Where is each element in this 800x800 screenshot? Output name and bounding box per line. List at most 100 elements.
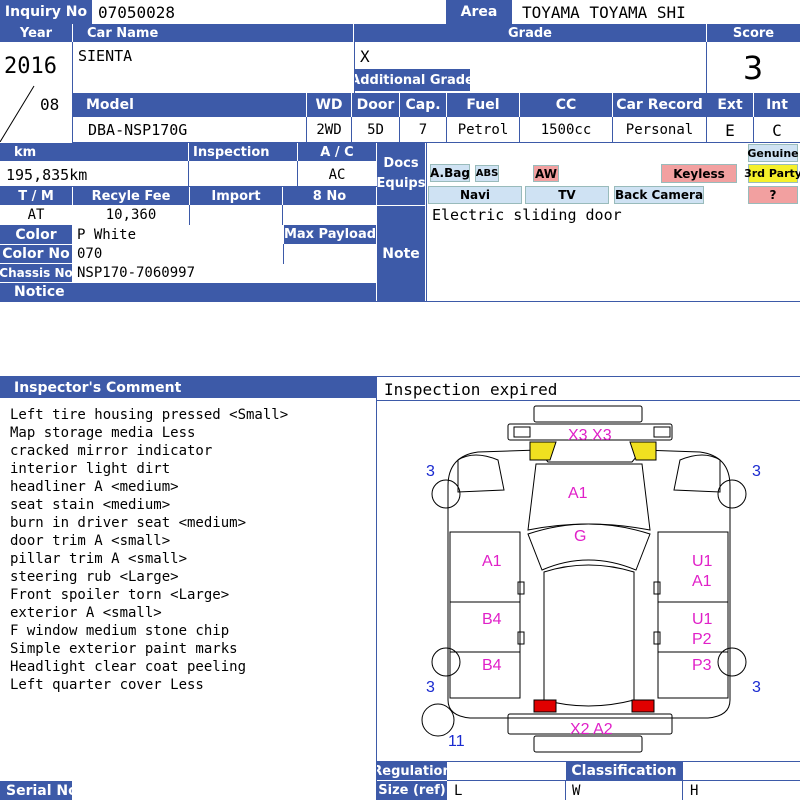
chassis-no-label: Chassis No bbox=[0, 264, 72, 282]
additional-grade-label: Additional Grade bbox=[354, 69, 470, 91]
genuine-tag: Genuine bbox=[747, 144, 799, 162]
comment-list: Left tire housing pressed <Small> Map st… bbox=[10, 406, 288, 694]
mark-left-quarter: B4 bbox=[482, 657, 502, 674]
comment-line: exterior A <small> bbox=[10, 605, 162, 621]
classification-label: Classification bbox=[566, 762, 682, 780]
divider bbox=[0, 301, 800, 302]
inspection-label: Inspection bbox=[189, 143, 297, 161]
mark-hood: A1 bbox=[568, 485, 588, 502]
divider bbox=[188, 161, 189, 186]
fuel-value: Petrol bbox=[457, 122, 509, 138]
rear-bumper-bottom bbox=[533, 735, 643, 753]
spare-tire bbox=[421, 703, 455, 737]
navi-tag: Navi bbox=[428, 186, 522, 204]
score-label: Score bbox=[707, 24, 800, 42]
ext-value: E bbox=[725, 120, 735, 140]
divider bbox=[565, 780, 566, 800]
equips-label: Equips bbox=[377, 176, 425, 191]
color-value: P White bbox=[77, 226, 137, 243]
spare-tire-value: 11 bbox=[448, 733, 465, 750]
divider bbox=[72, 42, 73, 93]
divider bbox=[447, 780, 800, 781]
year-label: Year bbox=[0, 24, 72, 42]
mark-left-front-door: A1 bbox=[482, 553, 502, 570]
keyless-tag: Keyless bbox=[661, 164, 737, 183]
color-label: Color bbox=[0, 225, 72, 244]
import-label: Import bbox=[190, 187, 282, 205]
comment-line: steering rub <Large> bbox=[10, 569, 179, 585]
fuel-label: Fuel bbox=[447, 93, 519, 117]
max-payload-label: Max Payload bbox=[284, 225, 376, 244]
divider bbox=[446, 117, 447, 142]
car-record-value: Personal bbox=[625, 122, 694, 138]
size-ref-label: Size (ref) bbox=[377, 781, 447, 800]
comment-line: pillar trim A <small> bbox=[10, 551, 188, 567]
km-value: 195,835km bbox=[6, 166, 88, 184]
divider bbox=[306, 117, 307, 142]
inspector-comment-label: Inspector's Comment bbox=[0, 377, 376, 398]
back-camera-tag: Back Camera bbox=[614, 186, 704, 204]
docs-label: Docs bbox=[383, 156, 419, 171]
km-label: km bbox=[0, 143, 188, 161]
tv-tag: TV bbox=[525, 186, 609, 204]
wd-label: WD bbox=[307, 93, 351, 117]
grade-label: Grade bbox=[354, 24, 706, 42]
mark-right-quarter: P3 bbox=[692, 657, 712, 674]
divider bbox=[0, 186, 377, 187]
cap-value: 7 bbox=[418, 122, 428, 138]
divider bbox=[426, 143, 427, 301]
divider bbox=[72, 142, 800, 143]
serial-no-label: Serial No bbox=[0, 781, 72, 800]
auction-sheet: Inquiry No 07050028 Area TOYAMA TOYAMA S… bbox=[0, 0, 800, 800]
handle bbox=[653, 581, 661, 595]
comment-line: Headlight clear coat peeling bbox=[10, 659, 247, 675]
roof bbox=[543, 564, 635, 707]
taillight-left bbox=[533, 699, 557, 713]
recycle-fee-label: Recyle Fee bbox=[73, 187, 189, 205]
size-w-label: W bbox=[572, 782, 581, 799]
aw-tag: AW bbox=[533, 165, 559, 182]
abag-tag: A.Bag bbox=[430, 164, 470, 182]
tire-rear-left bbox=[431, 647, 461, 677]
comment-line: Simple exterior paint marks bbox=[10, 641, 238, 657]
eight-no-label: 8 No bbox=[283, 187, 376, 205]
grade-value: X bbox=[360, 46, 370, 66]
mark-right-front-door-2: A1 bbox=[692, 573, 712, 590]
divider bbox=[72, 117, 73, 142]
divider bbox=[376, 377, 377, 800]
inquiry-no-value: 07050028 bbox=[98, 2, 176, 22]
comment-line: Front spoiler torn <Large> bbox=[10, 587, 230, 603]
divider bbox=[354, 42, 355, 93]
front-foglight-right bbox=[653, 426, 671, 438]
divider bbox=[399, 117, 400, 142]
abs-tag: ABS bbox=[475, 165, 499, 182]
area-label: Area bbox=[446, 0, 512, 24]
int-value: C bbox=[772, 120, 782, 140]
tm-label: T / M bbox=[0, 187, 72, 205]
car-record-label: Car Record bbox=[613, 93, 706, 117]
wd-value: 2WD bbox=[316, 122, 342, 138]
color-no-value: 070 bbox=[77, 246, 103, 262]
comment-line: F window medium stone chip bbox=[10, 623, 230, 639]
unknown-tag: ? bbox=[748, 186, 798, 204]
ac-label: A / C bbox=[298, 143, 376, 161]
front-foglight-left bbox=[513, 426, 531, 438]
recycle-fee-value: 10,360 bbox=[105, 207, 157, 223]
comment-line: Left quarter cover Less bbox=[10, 677, 204, 693]
divider bbox=[519, 117, 520, 142]
size-h-label: H bbox=[690, 782, 699, 799]
comment-line: cracked mirror indicator bbox=[10, 443, 213, 459]
car-condition-diagram: X3 X3 A1 G A1 B4 B4 U1 A1 U1 P2 P3 X2 A2… bbox=[421, 405, 761, 753]
mark-left-rear-door: B4 bbox=[482, 611, 502, 628]
taillight-right bbox=[631, 699, 655, 713]
comment-line: seat stain <medium> bbox=[10, 497, 171, 513]
comment-line: Map storage media Less bbox=[10, 425, 196, 441]
comment-line: burn in driver seat <medium> bbox=[10, 515, 247, 531]
divider bbox=[189, 205, 190, 225]
divider bbox=[612, 117, 613, 142]
cap-label: Cap. bbox=[400, 93, 446, 117]
car-name-label: Car Name bbox=[73, 24, 353, 42]
front-bumper-top bbox=[533, 405, 643, 423]
inspection-status: Inspection expired bbox=[384, 379, 558, 399]
door-value: 5D bbox=[367, 122, 384, 138]
